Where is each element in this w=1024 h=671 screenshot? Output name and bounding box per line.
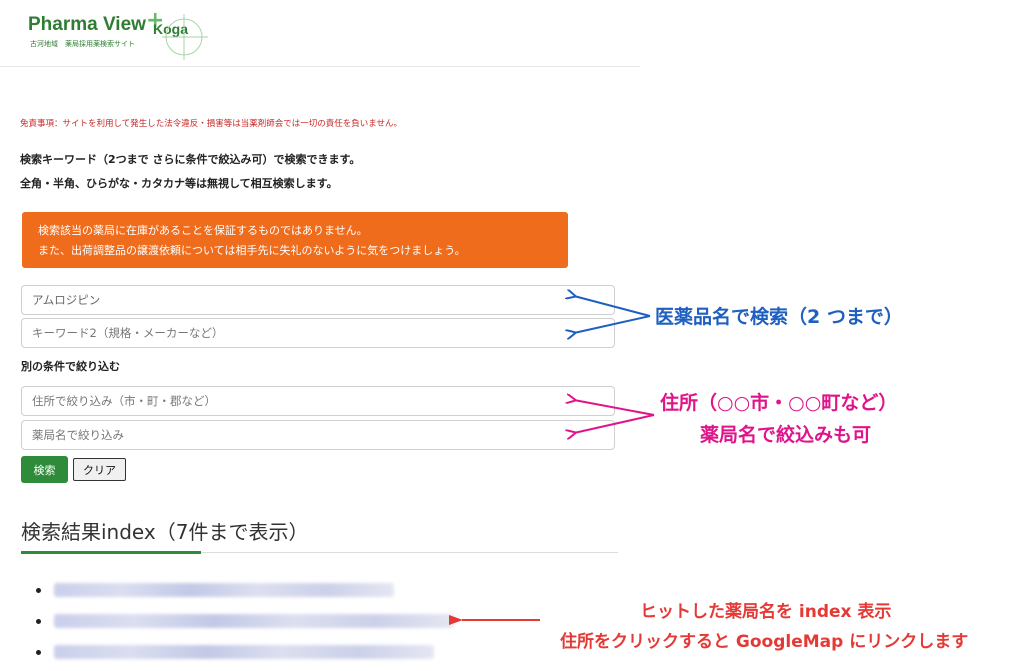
annotation-drug-name: 医薬品名で検索（2 つまで） (655, 306, 903, 328)
alert-line-1: 検索該当の薬局に在庫があることを保証するものではありません。 (38, 224, 368, 237)
keyword1-input[interactable] (21, 285, 615, 315)
logo-brand-text: Pharma View (28, 14, 146, 35)
warning-alert: 検索該当の薬局に在庫があることを保証するものではありません。 また、出荷調整品の… (22, 212, 568, 268)
results-divider-accent (21, 551, 201, 554)
annotation-address-1: 住所（○○市・○○町など） (660, 392, 898, 414)
results-title: 検索結果index（7件まで表示） (21, 520, 309, 544)
blurred-result-link[interactable] (54, 614, 454, 628)
blurred-result-link[interactable] (54, 645, 434, 659)
annotation-results-2: 住所をクリックすると GoogleMap にリンクします (560, 632, 969, 652)
bullet-icon (36, 588, 41, 593)
annotation-address-2: 薬局名で絞込みも可 (700, 424, 872, 446)
header-divider (0, 66, 640, 67)
site-logo[interactable]: Pharma View + Koga 古河地域 薬局採用薬検索サイト (28, 8, 208, 60)
annotation-results-1: ヒットした薬局名を index 表示 (640, 602, 892, 622)
blurred-result-link[interactable] (54, 583, 394, 597)
pharmacy-filter-input[interactable] (21, 420, 615, 450)
filter-heading: 別の条件で絞り込む (21, 360, 120, 373)
logo-crosshair-icon (162, 14, 208, 60)
address-filter-input[interactable] (21, 386, 615, 416)
intro-text-1: 検索キーワード（2つまで さらに条件で絞込み可）で検索できます。 (20, 153, 361, 166)
bullet-icon (36, 619, 41, 624)
logo-subtitle: 古河地域 薬局採用薬検索サイト (30, 40, 135, 48)
bullet-icon (36, 650, 41, 655)
search-button[interactable]: 検索 (21, 456, 68, 483)
intro-text-2: 全角・半角、ひらがな・カタカナ等は無視して相互検索します。 (20, 177, 338, 190)
disclaimer-text: 免責事項：サイトを利用して発生した法令違反・損害等は当薬剤師会では一切の責任を負… (20, 119, 402, 129)
alert-line-2: また、出荷調整品の譲渡依頼については相手先に失礼のないように気をつけましょう。 (38, 244, 466, 257)
clear-button[interactable]: クリア (73, 458, 126, 481)
keyword2-input[interactable] (21, 318, 615, 348)
